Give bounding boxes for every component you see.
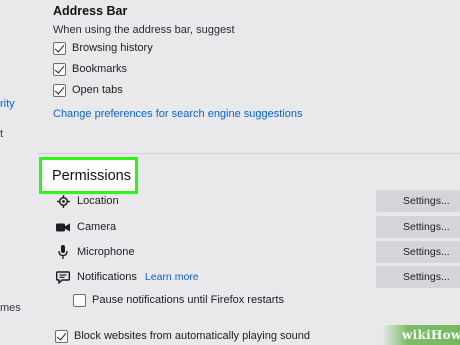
- open-tabs-label: Open tabs: [72, 84, 123, 96]
- camera-settings-button[interactable]: Settings...: [376, 216, 460, 238]
- bookmarks-checkbox[interactable]: [53, 62, 66, 76]
- sidebar-item-security[interactable]: rity: [0, 98, 15, 110]
- permission-row-location: Location: [55, 192, 119, 210]
- pause-notifications-checkbox[interactable]: [73, 293, 86, 307]
- block-autoplay-option[interactable]: Block websites from automatically playin…: [55, 328, 310, 344]
- browsing-history-checkbox[interactable]: [53, 41, 66, 55]
- pause-notifications-option[interactable]: Pause notifications until Firefox restar…: [73, 292, 284, 308]
- learn-more-link[interactable]: Learn more: [145, 271, 199, 283]
- location-label: Location: [77, 195, 119, 207]
- notifications-label: Notifications: [77, 271, 137, 283]
- browsing-history-label: Browsing history: [72, 42, 153, 54]
- pause-notifications-label: Pause notifications until Firefox restar…: [92, 294, 284, 306]
- microphone-icon: [55, 244, 71, 260]
- address-bar-heading: Address Bar: [53, 4, 128, 18]
- notifications-settings-button[interactable]: Settings...: [376, 266, 460, 288]
- location-settings-button[interactable]: Settings...: [376, 190, 460, 212]
- permission-row-camera: Camera: [55, 218, 116, 236]
- sidebar-item-fragment[interactable]: t: [0, 128, 3, 140]
- address-bar-description: When using the address bar, suggest: [53, 24, 235, 36]
- notifications-icon: [55, 269, 71, 285]
- camera-icon: [55, 219, 71, 235]
- bookmarks-option[interactable]: Bookmarks: [53, 61, 127, 77]
- open-tabs-option[interactable]: Open tabs: [53, 82, 123, 98]
- microphone-label: Microphone: [77, 246, 135, 258]
- open-tabs-checkbox[interactable]: [53, 83, 66, 97]
- block-autoplay-label: Block websites from automatically playin…: [74, 330, 311, 342]
- location-icon: [55, 193, 71, 209]
- search-engine-preferences-link[interactable]: Change preferences for search engine sug…: [53, 108, 303, 120]
- bookmarks-label: Bookmarks: [72, 63, 128, 75]
- watermark-text: wikiHow: [402, 328, 460, 342]
- block-autoplay-checkbox[interactable]: [55, 329, 68, 343]
- permissions-heading: Permissions: [52, 167, 131, 184]
- microphone-settings-button[interactable]: Settings...: [376, 241, 460, 263]
- browsing-history-option[interactable]: Browsing history: [53, 40, 153, 56]
- sidebar-item-fragment[interactable]: mes: [0, 302, 21, 314]
- camera-label: Camera: [77, 221, 117, 233]
- permissions-heading-highlight: Permissions: [39, 157, 138, 194]
- permission-row-notifications: Notifications Learn more: [55, 268, 199, 286]
- wikihow-watermark: wikiHow: [382, 325, 460, 345]
- permission-row-microphone: Microphone: [55, 243, 134, 261]
- section-divider: [38, 153, 460, 154]
